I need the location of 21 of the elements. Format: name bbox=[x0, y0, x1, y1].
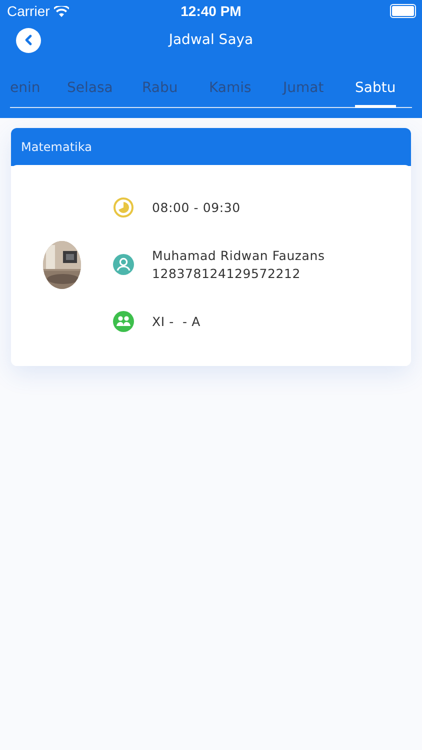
clock-time: 12:40 PM bbox=[180, 3, 242, 19]
teacher-name: Muhamad Ridwan Fauzans bbox=[152, 248, 325, 263]
clock-icon bbox=[113, 197, 134, 218]
day-tab[interactable]: Kamis bbox=[209, 70, 252, 108]
day-tab[interactable]: Jumat bbox=[283, 70, 324, 108]
screen-title: Jadwal Saya bbox=[168, 32, 254, 48]
battery-icon bbox=[390, 4, 416, 18]
day-tab[interactable]: Selasa bbox=[67, 70, 113, 108]
carrier-label: Carrier bbox=[7, 3, 50, 19]
subject-title: Matematika bbox=[21, 140, 92, 154]
group-icon bbox=[113, 311, 134, 332]
teacher-id: 128378124129572212 bbox=[152, 266, 302, 281]
back-button[interactable] bbox=[16, 28, 41, 52]
class-name: XI - - A bbox=[152, 314, 200, 329]
day-tab[interactable]: Sabtu bbox=[355, 70, 396, 108]
person-icon bbox=[113, 254, 134, 275]
wifi-icon bbox=[54, 6, 69, 16]
chevron-left-icon bbox=[22, 34, 34, 46]
day-tab[interactable]: enin bbox=[10, 70, 40, 108]
time-range: 08:00 - 09:30 bbox=[152, 200, 240, 215]
day-tab[interactable]: Rabu bbox=[142, 70, 178, 108]
